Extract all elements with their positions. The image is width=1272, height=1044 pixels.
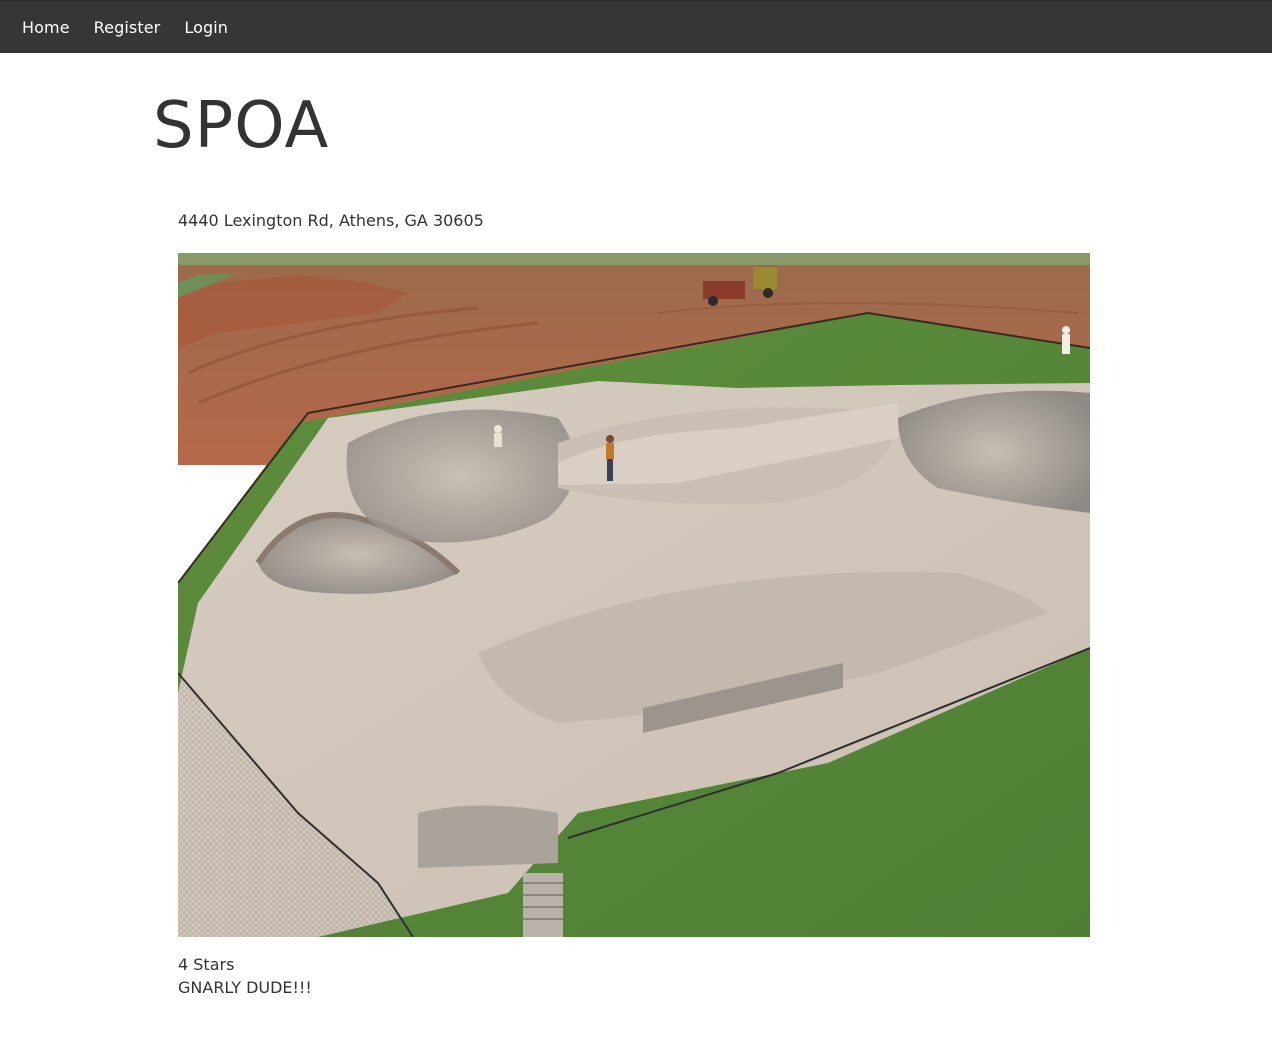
park-address: 4440 Lexington Rd, Athens, GA 30605	[178, 211, 484, 230]
nav-home-link[interactable]: Home	[22, 18, 70, 37]
page-title: SPOA	[153, 89, 330, 163]
park-rating: 4 Stars	[178, 955, 235, 974]
top-navbar: Home Register Login	[0, 0, 1272, 53]
nav-login-link[interactable]: Login	[184, 18, 228, 37]
park-review: GNARLY DUDE!!!	[178, 978, 312, 997]
nav-register-link[interactable]: Register	[94, 18, 161, 37]
skatepark-photo	[178, 253, 1090, 937]
